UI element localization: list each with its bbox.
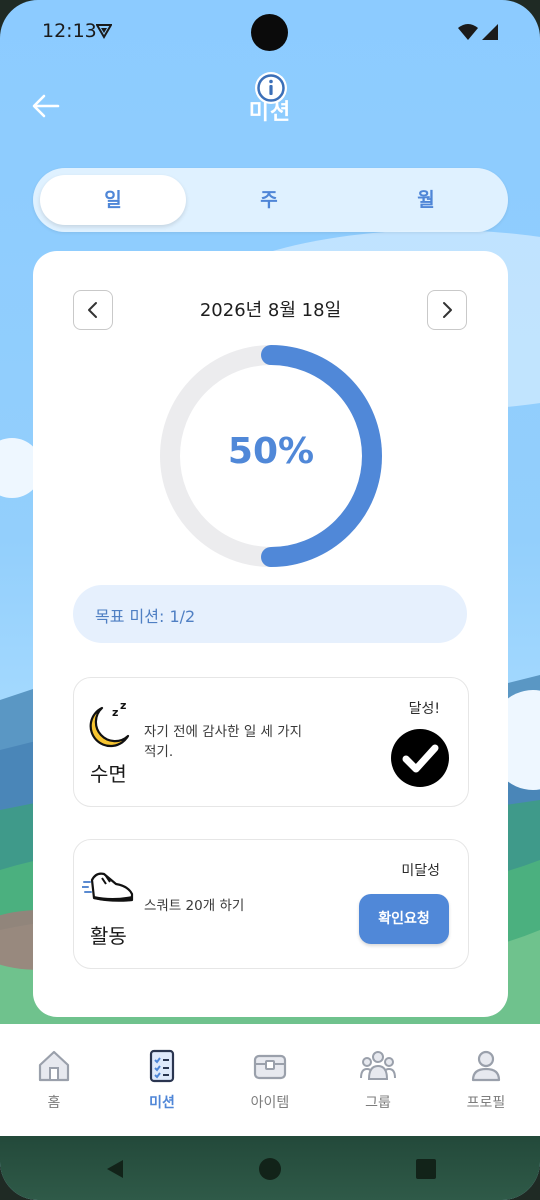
group-icon: [360, 1051, 396, 1080]
nav-group[interactable]: 그룹: [324, 1024, 432, 1136]
period-tabs: 일 주 월: [33, 168, 508, 232]
profile-icon: [471, 1050, 501, 1082]
mission-description: 스쿼트 20개 하기: [144, 898, 245, 914]
tab-month[interactable]: 월: [353, 175, 499, 225]
app-screen: 12:13 미션 일 주 월 2026년 8월 18일 50% 목표 미션: 1…: [0, 0, 540, 1200]
system-recents-icon[interactable]: [415, 1158, 437, 1180]
nav-label: 프로필: [466, 1095, 506, 1111]
mission-category: 활동: [90, 924, 127, 948]
nav-profile[interactable]: 프로필: [432, 1024, 540, 1136]
nav-label: 미션: [149, 1095, 175, 1111]
app-header: 미션: [0, 66, 540, 146]
signal-wifi-icons: [458, 24, 498, 40]
nav-label: 그룹: [365, 1095, 391, 1111]
info-icon[interactable]: [253, 70, 289, 106]
nav-item[interactable]: 아이템: [216, 1024, 324, 1136]
mission-card: 2026년 8월 18일 50% 목표 미션: 1/2 z z 수면 자기 전에…: [33, 251, 508, 1017]
system-back-icon[interactable]: [104, 1158, 126, 1180]
sneaker-icon: [82, 872, 134, 902]
svg-text:z: z: [112, 706, 118, 719]
nav-mission[interactable]: 미션: [108, 1024, 216, 1136]
nav-label: 홈: [47, 1095, 61, 1111]
mission-checklist-icon: [149, 1049, 175, 1083]
goal-summary: 목표 미션: 1/2: [73, 585, 467, 643]
moon-sleep-icon: z z: [89, 700, 130, 748]
progress-percent: 50%: [227, 431, 315, 472]
system-navigation-bar: [0, 1136, 540, 1200]
item-chest-icon: [253, 1054, 287, 1080]
confirm-request-button[interactable]: 확인요청: [359, 894, 449, 944]
mission-category: 수면: [90, 762, 127, 786]
system-home-icon[interactable]: [258, 1157, 282, 1181]
mission-item-activity: 활동 스쿼트 20개 하기 미달성 확인요청: [73, 839, 469, 969]
mission-item-sleep: z z 수면 자기 전에 감사한 일 세 가지 적기. 달성!: [73, 677, 469, 807]
svg-text:z: z: [120, 700, 126, 712]
vpn-icon: [96, 24, 112, 39]
mission-status: 달성!: [408, 701, 440, 717]
mission-description: 자기 전에 감사한 일 세 가지 적기.: [144, 724, 303, 760]
status-bar: 12:13: [0, 0, 540, 64]
tab-week[interactable]: 주: [196, 175, 342, 225]
tab-day[interactable]: 일: [40, 175, 186, 225]
nav-label: 아이템: [250, 1095, 290, 1111]
next-date-button[interactable]: [427, 290, 467, 330]
home-icon: [38, 1050, 70, 1082]
mission-status: 미달성: [401, 863, 440, 879]
status-time: 12:13: [42, 20, 97, 42]
goal-text: 목표 미션: 1/2: [95, 607, 196, 626]
chevron-right-icon: [443, 302, 452, 318]
bottom-navigation: 홈 미션 아이템 그룹 프로필: [0, 1024, 540, 1136]
nav-home[interactable]: 홈: [0, 1024, 108, 1136]
check-circle-icon: [391, 729, 449, 787]
camera-cutout: [251, 14, 288, 51]
